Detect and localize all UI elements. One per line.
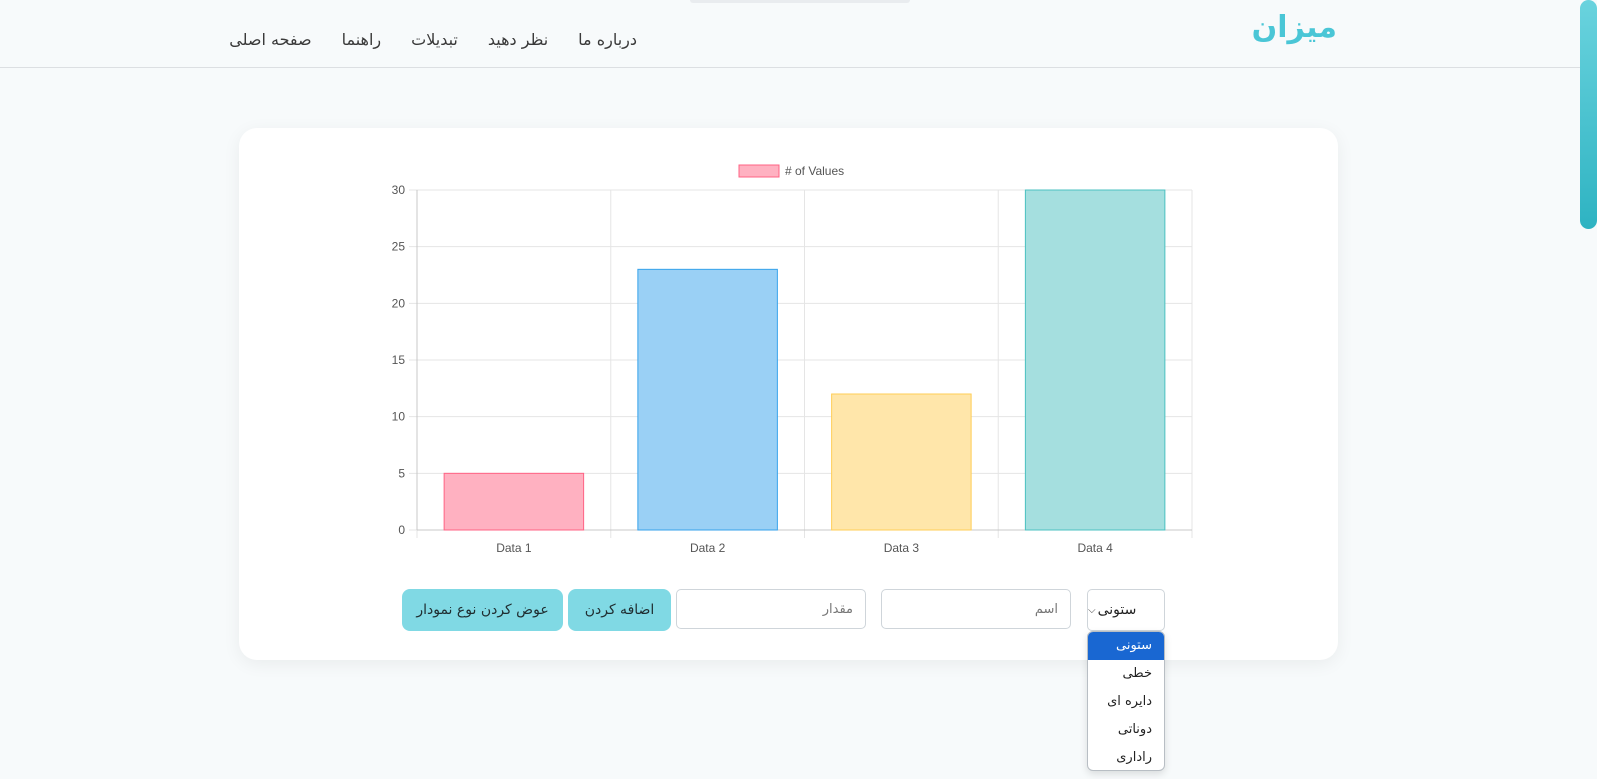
change-chart-type-button[interactable]: عوض کردن نوع نمودار bbox=[402, 589, 563, 631]
chart-type-select[interactable]: ستونی ⌵ bbox=[1087, 589, 1165, 631]
y-tick-label: 0 bbox=[398, 523, 405, 537]
bar-chart: 0 5 10 15 20 25 30 Data 1 Data 2 Data 3 Data 4 # of… bbox=[392, 164, 1193, 555]
legend-label: # of Values bbox=[785, 164, 844, 178]
y-tick-label: 10 bbox=[392, 410, 406, 424]
y-tick-label: 30 bbox=[392, 183, 406, 197]
x-tick-label: Data 2 bbox=[690, 541, 726, 555]
navbar: میزان صفحه اصلی راهنما تبدیلات نظر دهید … bbox=[0, 0, 1597, 68]
chart-type-dropdown: ستونی خطی دایره ای دوناتی راداری bbox=[1087, 631, 1165, 771]
name-input[interactable] bbox=[881, 589, 1071, 629]
scrollbar-thumb[interactable] bbox=[1580, 0, 1597, 229]
value-input[interactable] bbox=[676, 589, 866, 629]
chart-type-selected-value: ستونی bbox=[1097, 602, 1137, 618]
nav-item-about[interactable]: درباره ما bbox=[578, 30, 637, 49]
y-tick-label: 15 bbox=[392, 353, 406, 367]
nav-item-home[interactable]: صفحه اصلی bbox=[229, 30, 311, 49]
nav-menu: صفحه اصلی راهنما تبدیلات نظر دهید درباره… bbox=[229, 30, 637, 49]
dropdown-option-bar[interactable]: ستونی bbox=[1088, 632, 1164, 660]
nav-item-conversions[interactable]: تبدیلات bbox=[411, 30, 458, 49]
x-tick-label: Data 3 bbox=[884, 541, 920, 555]
y-tick-label: 25 bbox=[392, 240, 406, 254]
bar-4 bbox=[1024, 189, 1166, 531]
bar-1 bbox=[443, 472, 585, 531]
dropdown-option-radar[interactable]: راداری bbox=[1088, 744, 1164, 770]
add-button[interactable]: اضافه کردن bbox=[568, 589, 671, 631]
y-tick-label: 5 bbox=[398, 466, 405, 480]
dropdown-option-line[interactable]: خطی bbox=[1088, 660, 1164, 688]
brand-logo[interactable]: میزان bbox=[1252, 10, 1337, 45]
chevron-down-icon: ⌵ bbox=[1088, 604, 1096, 616]
nav-item-guide[interactable]: راهنما bbox=[342, 30, 382, 49]
dropdown-option-pie[interactable]: دایره ای bbox=[1088, 688, 1164, 716]
x-tick-label: Data 4 bbox=[1077, 541, 1113, 555]
top-decoration bbox=[690, 0, 910, 3]
bar-2 bbox=[637, 268, 778, 531]
x-tick-label: Data 1 bbox=[496, 541, 532, 555]
bar-3 bbox=[831, 393, 972, 531]
legend-swatch bbox=[738, 164, 780, 178]
nav-item-feedback[interactable]: نظر دهید bbox=[488, 30, 548, 49]
chart-card: 0 5 10 15 20 25 30 Data 1 Data 2 Data 3 Data 4 # of… bbox=[239, 128, 1338, 660]
y-tick-label: 20 bbox=[392, 296, 406, 310]
dropdown-option-doughnut[interactable]: دوناتی bbox=[1088, 716, 1164, 744]
